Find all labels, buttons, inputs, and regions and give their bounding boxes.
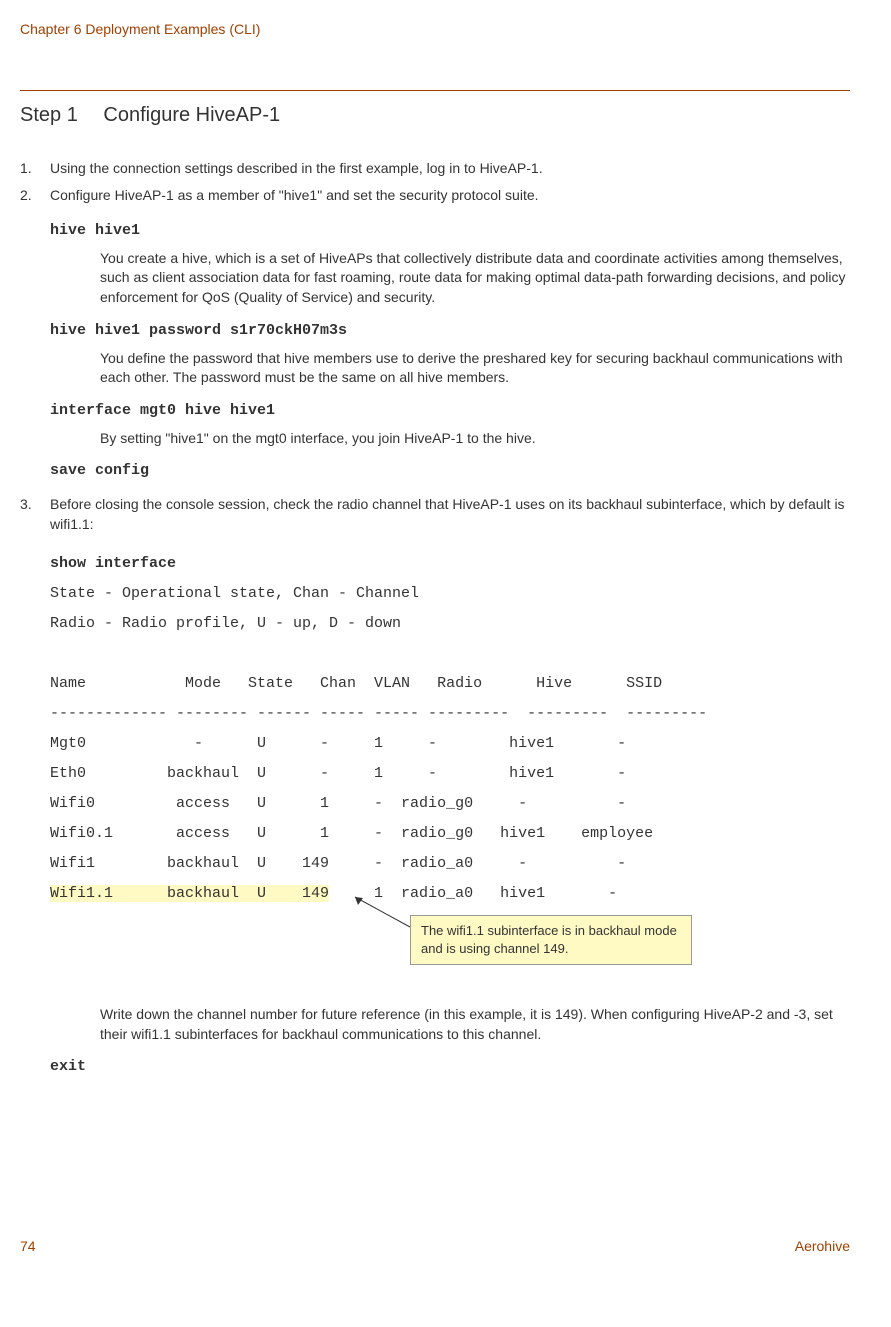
list-item-1: Using the connection settings described …: [20, 159, 850, 179]
explanation-hive: You create a hive, which is a set of Hiv…: [100, 249, 850, 308]
cmd-exit: exit: [50, 1056, 850, 1077]
explanation-final: Write down the channel number for future…: [100, 1005, 850, 1044]
cmd-interface-mgt0: interface mgt0 hive hive1: [50, 400, 850, 421]
table-row: Eth0 backhaul U - 1 - hive1 -: [50, 759, 850, 789]
page-footer: 74 Aerohive: [20, 1237, 850, 1257]
list-item-3: Before closing the console session, chec…: [20, 495, 850, 534]
chapter-header: Chapter 6 Deployment Examples (CLI): [20, 20, 850, 40]
step-label: Step 1: [20, 101, 78, 129]
explanation-password: You define the password that hive member…: [100, 349, 850, 388]
cmd-save-config: save config: [50, 460, 850, 481]
cmd-show-interface: show interface: [50, 549, 850, 579]
page-number: 74: [20, 1237, 36, 1257]
table-row: Mgt0 - U - 1 - hive1 -: [50, 729, 850, 759]
instruction-list: Using the connection settings described …: [20, 159, 850, 206]
list-item-2: Configure HiveAP-1 as a member of "hive1…: [20, 186, 850, 206]
explanation-mgt0: By setting "hive1" on the mgt0 interface…: [100, 429, 850, 449]
output-blank: [50, 639, 850, 669]
brand-name: Aerohive: [795, 1237, 850, 1257]
annotation-callout: The wifi1.1 subinterface is in backhaul …: [410, 915, 692, 965]
highlighted-cells: Wifi1.1 backhaul U 149: [50, 885, 329, 902]
instruction-list-cont: Before closing the console session, chec…: [20, 495, 850, 534]
step-title: Step 1 Configure HiveAP-1: [20, 90, 850, 129]
table-row: Wifi0.1 access U 1 - radio_g0 hive1 empl…: [50, 819, 850, 849]
output-legend-2: Radio - Radio profile, U - up, D - down: [50, 609, 850, 639]
output-header-row: Name Mode State Chan VLAN Radio Hive SSI…: [50, 669, 850, 699]
table-row: Wifi0 access U 1 - radio_g0 - -: [50, 789, 850, 819]
table-row-highlighted: Wifi1.1 backhaul U 149 1 radio_a0 hive1 …: [50, 879, 850, 909]
table-row: Wifi1 backhaul U 149 - radio_a0 - -: [50, 849, 850, 879]
output-divider: ------------- -------- ------ ----- ----…: [50, 699, 850, 729]
cmd-hive-password: hive hive1 password s1r70ckH07m3s: [50, 320, 850, 341]
cmd-hive: hive hive1: [50, 220, 850, 241]
output-legend-1: State - Operational state, Chan - Channe…: [50, 579, 850, 609]
step-name: Configure HiveAP-1: [103, 104, 280, 126]
